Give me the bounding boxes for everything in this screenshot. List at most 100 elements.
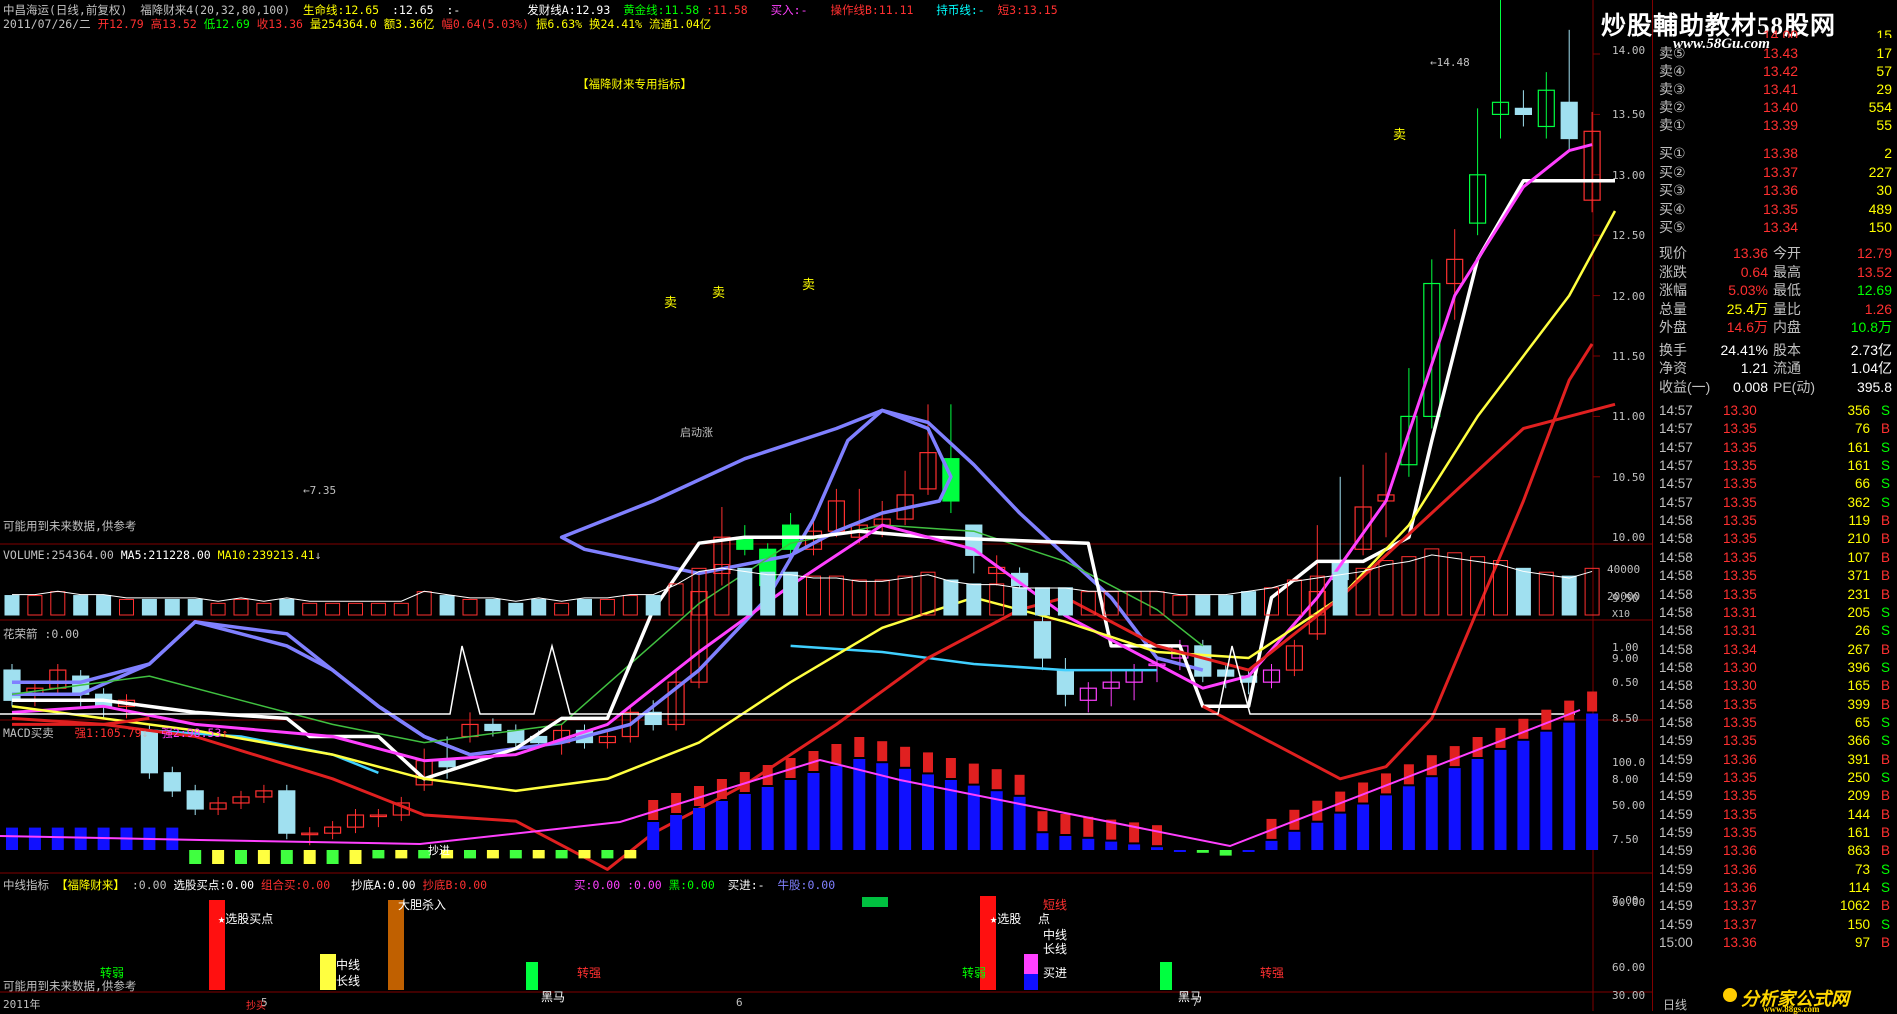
macd-bar	[1151, 847, 1163, 850]
ob-price: 13.43	[1763, 45, 1799, 61]
tick-side: B	[1880, 641, 1890, 657]
quote-row: 涨幅 5.03% 最低 12.69	[1653, 281, 1897, 299]
annot-heima: 黑马	[541, 990, 566, 1004]
mid-signal-bar	[526, 962, 538, 990]
macd-red-bar	[1472, 737, 1483, 757]
macd-bar	[738, 794, 751, 850]
tick-price: 13.35	[1723, 513, 1757, 529]
ob-qty: 489	[1868, 200, 1892, 217]
macd-bar	[74, 827, 87, 850]
macd-red-bar	[968, 763, 979, 784]
chart-area[interactable]: 中昌海运(日线,前复权) 福降财来4(20,32,80,100) 生命线:12.…	[0, 0, 1652, 1012]
mid-tag: 【福降财来】	[55, 878, 125, 892]
macd-bar	[1219, 850, 1232, 856]
ob-label: 卖②	[1659, 99, 1686, 115]
mid-axis-label: 90.00	[1612, 896, 1646, 909]
colon-value: :-	[446, 3, 461, 17]
val1158: :11.58	[706, 3, 748, 17]
volume-bar	[1424, 548, 1440, 616]
orderbook-buy-row[interactable]: 买④ 13.35 489	[1653, 200, 1897, 218]
macd-bar	[6, 827, 18, 850]
volume-axis-label: 40000	[1607, 563, 1641, 576]
volume-bar	[599, 598, 615, 616]
tick-volume: 26	[1854, 623, 1870, 639]
volume-bar	[439, 595, 455, 616]
macd-red-bar	[1541, 709, 1552, 730]
tick-time: 14:59	[1659, 770, 1693, 785]
huangjin-value: 黄金线:11.58	[623, 3, 700, 17]
candle-body	[484, 723, 502, 732]
tick-side: B	[1880, 806, 1890, 822]
macd-bar	[464, 850, 476, 859]
quote-label: 总量	[1659, 300, 1687, 317]
tick-row: 14:58 13.35 107 B	[1653, 549, 1897, 567]
orderbook-sell-row[interactable]: 卖③ 13.41 29	[1653, 80, 1897, 98]
chart-canvas[interactable]	[0, 0, 1652, 1011]
tick-price: 13.35	[1723, 586, 1757, 602]
quote-label: 流通	[1773, 360, 1801, 376]
tick-volume: 97	[1854, 935, 1870, 951]
volume-bar	[50, 591, 66, 616]
ob-qty: 55	[1876, 117, 1892, 133]
tick-time: 14:59	[1659, 825, 1693, 841]
tick-side: B	[1880, 696, 1890, 712]
orderbook-partial-row: 14.00 15	[1653, 26, 1897, 38]
orderbook-buy-row[interactable]: 买③ 13.36 30	[1653, 181, 1897, 199]
tick-price: 13.34	[1723, 641, 1757, 657]
macd-label: MACD买卖	[3, 726, 54, 740]
orderbook-buy-row[interactable]: 买① 13.38 2	[1653, 144, 1897, 162]
tick-price: 13.30	[1723, 659, 1757, 675]
tick-row: 14:57 13.30 356 S	[1653, 402, 1897, 420]
ohlc-header: 2011/07/26/二 开12.79 高13.52 低12.69 收13.36…	[3, 17, 711, 31]
annot-changxian: 长线	[336, 974, 361, 988]
caozuo-value: 操作线B:11.11	[830, 3, 914, 17]
tick-time: 14:59	[1659, 898, 1693, 914]
flower-axis-label: 1.00	[1612, 641, 1639, 654]
macd-bar	[28, 827, 41, 850]
mid-header: 中线指标 【福降财来】 :0.00 选股买点:0.00 组合买:0.00 抄底A…	[3, 878, 835, 892]
sell-label: 卖	[664, 296, 678, 311]
tick-side: B	[1880, 568, 1890, 584]
tick-side: S	[1880, 733, 1890, 749]
orderbook-sell-row[interactable]: 卖② 13.40 554	[1653, 98, 1897, 116]
tick-price: 13.36	[1723, 843, 1757, 859]
quote-row: 外盘 14.6万 内盘 10.8万	[1653, 318, 1897, 336]
mid-signal-bar	[1160, 962, 1172, 990]
annot-zhuanqiang: 转强	[1260, 966, 1285, 980]
macd-bar	[1380, 795, 1392, 850]
quote-panel: 炒股輔助教材58股网 www.58Gu.com 14.00 15 卖⑤ 13.4…	[1601, 0, 1897, 1014]
orderbook-sell-row[interactable]: 卖⑤ 13.43 17	[1653, 44, 1897, 62]
quote-value: 13.52	[1856, 263, 1892, 280]
mid-chaodi-b: 抄底B:0.00	[422, 878, 488, 892]
volume-bar	[233, 598, 249, 616]
tick-price: 13.36	[1723, 751, 1757, 767]
orderbook-buy-row[interactable]: 买② 13.37 227	[1653, 163, 1897, 181]
tick-volume: 161	[1847, 825, 1870, 841]
orderbook-buy-row[interactable]: 买⑤ 13.34 150	[1653, 218, 1897, 236]
low-label: ←7.35	[303, 484, 337, 497]
volume-bar	[668, 583, 684, 616]
period-label[interactable]: 日线	[1663, 996, 1687, 1013]
macd-bar	[1265, 840, 1278, 850]
macd-bar	[1563, 722, 1576, 850]
volume-bar	[622, 595, 638, 616]
price-axis-label: 12.50	[1612, 229, 1646, 243]
ob-label: 卖③	[1659, 81, 1686, 97]
annot-changxian: 长线	[1043, 942, 1068, 956]
ob-qty: 15	[1876, 27, 1892, 38]
ob-label: 卖⑤	[1659, 45, 1686, 61]
tick-row: 14:57 13.35 76 B	[1653, 420, 1897, 438]
macd-bar	[670, 815, 683, 850]
quote-label: 股本	[1773, 341, 1801, 358]
orderbook-sell-row[interactable]: 卖④ 13.42 57	[1653, 62, 1897, 80]
tick-time: 14:57	[1659, 421, 1693, 437]
macd-bar	[578, 850, 591, 859]
tick-side: S	[1880, 458, 1890, 474]
tick-side: B	[1880, 935, 1890, 951]
tick-volume: 356	[1847, 403, 1870, 418]
volume-bar	[141, 598, 157, 616]
annot-dadan: 大胆杀入	[398, 898, 447, 912]
orderbook-sell-row[interactable]: 卖① 13.39 55	[1653, 116, 1897, 134]
tick-row: 14:57 13.35 161 S	[1653, 439, 1897, 457]
tick-volume: 114	[1848, 880, 1870, 896]
